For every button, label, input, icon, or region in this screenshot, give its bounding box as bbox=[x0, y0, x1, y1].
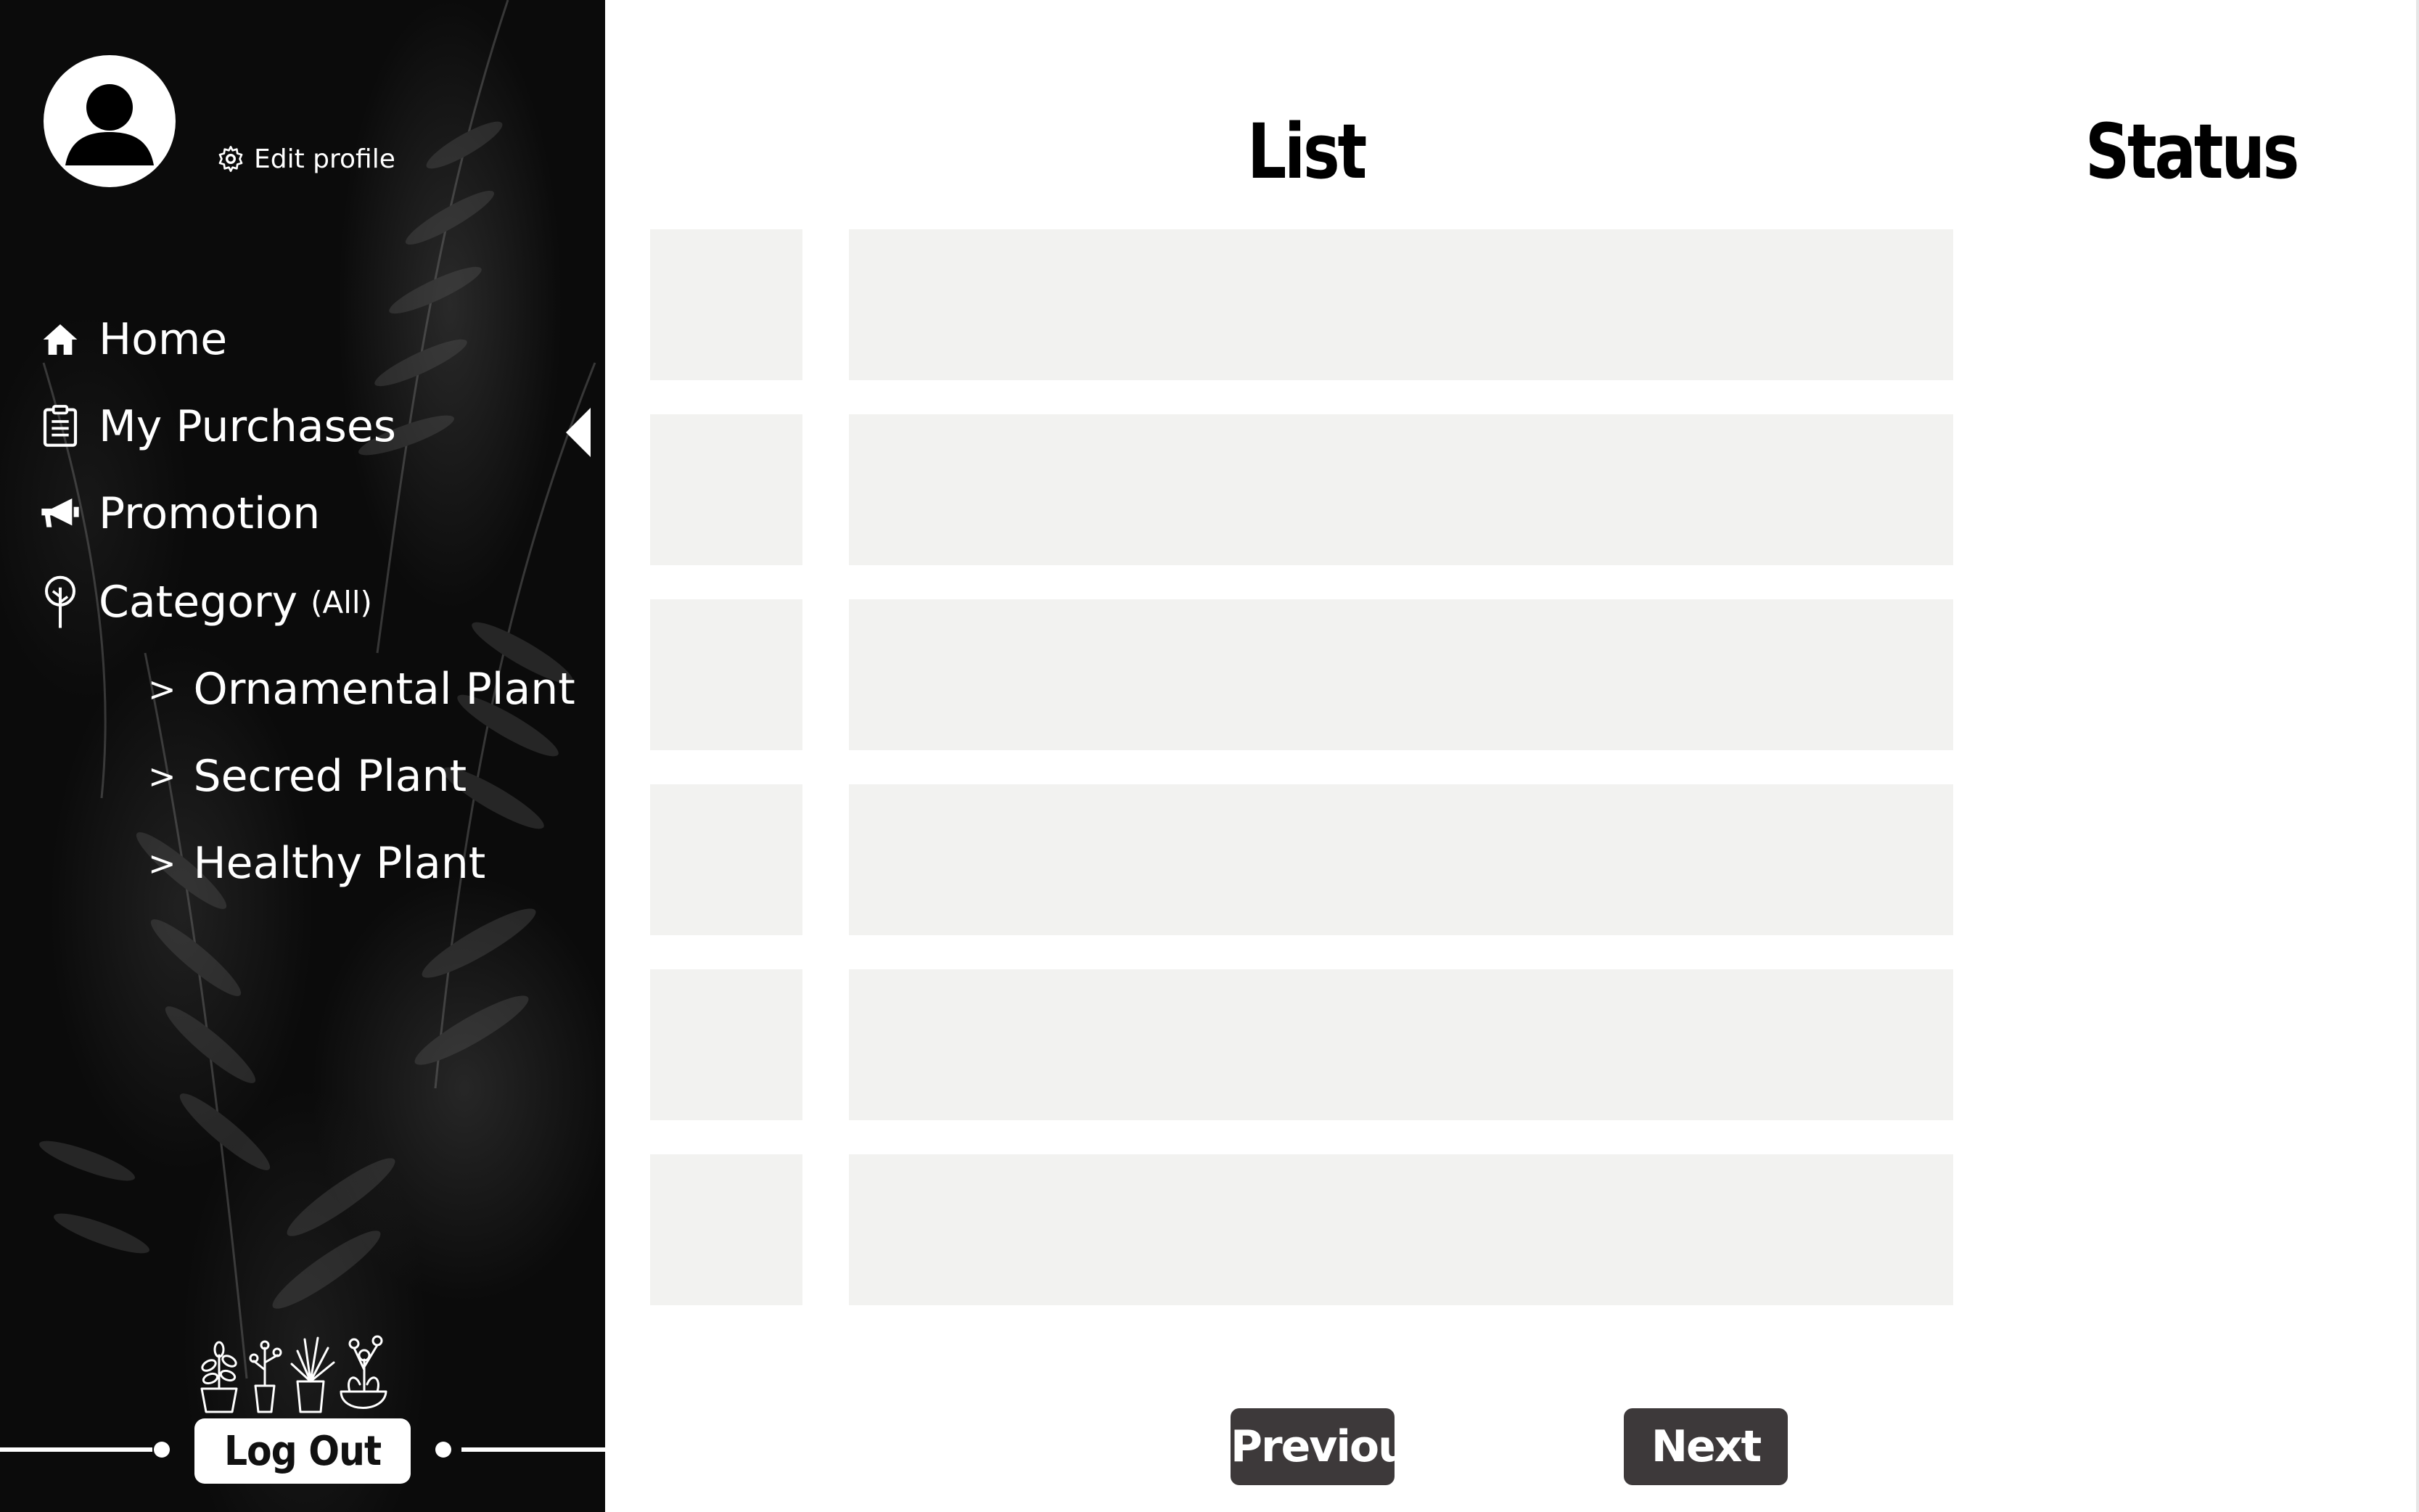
sidebar-item-label: Promotion bbox=[99, 488, 321, 539]
divider-dot bbox=[435, 1442, 451, 1458]
list-item-thumbnail[interactable] bbox=[650, 599, 802, 750]
potted-plants-icon bbox=[200, 1335, 387, 1413]
previous-button[interactable]: Previous bbox=[1231, 1408, 1434, 1485]
list-column-header: List bbox=[1247, 107, 1367, 196]
sidebar-item-promotion[interactable]: Promotion bbox=[38, 485, 320, 543]
category-item-healthy-plant[interactable]: > Healthy Plant bbox=[148, 834, 485, 892]
tree-icon bbox=[38, 575, 83, 628]
list-item[interactable] bbox=[849, 229, 1953, 380]
next-button[interactable]: Next bbox=[1624, 1408, 1788, 1485]
category-item-label: Ornamental Plant bbox=[193, 664, 575, 715]
sidebar-item-label: Category bbox=[99, 577, 298, 628]
list-item-thumbnail[interactable] bbox=[650, 784, 802, 935]
chevron-right-icon: > bbox=[148, 844, 176, 883]
edit-profile-link[interactable]: Edit profile bbox=[216, 142, 395, 176]
user-icon bbox=[65, 84, 154, 165]
divider-line bbox=[461, 1447, 605, 1452]
clipboard-icon bbox=[38, 404, 83, 449]
avatar[interactable] bbox=[44, 55, 176, 187]
edit-profile-label: Edit profile bbox=[254, 144, 395, 174]
sidebar-item-label: My Purchases bbox=[99, 401, 397, 452]
chevron-right-icon: > bbox=[148, 670, 176, 709]
logout-button[interactable]: Log Out bbox=[194, 1418, 411, 1484]
sidebar-item-home[interactable]: Home bbox=[38, 311, 227, 369]
sidebar-item-category[interactable]: Category (All) bbox=[38, 573, 372, 631]
list-item-thumbnail[interactable] bbox=[650, 969, 802, 1120]
home-icon bbox=[38, 317, 83, 362]
list-item[interactable] bbox=[849, 1154, 1953, 1305]
list-item-thumbnail[interactable] bbox=[650, 229, 802, 380]
megaphone-icon bbox=[38, 491, 83, 536]
category-item-label: Healthy Plant bbox=[193, 838, 486, 889]
list-item-thumbnail[interactable] bbox=[650, 414, 802, 565]
divider-dot bbox=[154, 1442, 170, 1458]
list-item[interactable] bbox=[849, 969, 1953, 1120]
active-item-indicator bbox=[566, 408, 591, 457]
list-item[interactable] bbox=[849, 784, 1953, 935]
sidebar-item-label: Home bbox=[99, 314, 228, 365]
sidebar-item-my-purchases[interactable]: My Purchases bbox=[38, 398, 396, 456]
divider-line bbox=[0, 1447, 152, 1452]
category-item-label: Secred Plant bbox=[193, 751, 467, 802]
gear-icon bbox=[218, 146, 243, 173]
sidebar: Edit profile Home My Purchases Promotion… bbox=[0, 0, 605, 1512]
category-item-secred-plant[interactable]: > Secred Plant bbox=[148, 747, 467, 805]
category-filter-label: (All) bbox=[311, 584, 372, 620]
chevron-right-icon: > bbox=[148, 757, 176, 796]
category-item-ornamental-plant[interactable]: > Ornamental Plant bbox=[148, 660, 575, 718]
list-item[interactable] bbox=[849, 414, 1953, 565]
list-item[interactable] bbox=[849, 599, 1953, 750]
status-column-header: Status bbox=[2085, 107, 2300, 196]
window-edge bbox=[2416, 0, 2419, 1512]
list-item-thumbnail[interactable] bbox=[650, 1154, 802, 1305]
